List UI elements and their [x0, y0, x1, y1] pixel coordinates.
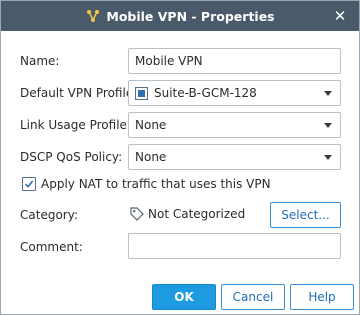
name-field[interactable]: Mobile VPN — [128, 48, 341, 74]
chevron-down-icon — [324, 123, 332, 128]
comment-field[interactable] — [128, 233, 341, 259]
chevron-down-icon — [324, 91, 332, 96]
close-icon[interactable]: ✕ — [331, 7, 349, 25]
vpn-profile-icon — [135, 86, 148, 100]
vpn-profile-label: Default VPN Profile: — [20, 86, 138, 100]
title-bar[interactable]: Mobile VPN - Properties ✕ — [1, 1, 359, 31]
category-label: Category: — [20, 208, 78, 222]
category-text: Not Categorized — [148, 207, 246, 221]
link-usage-select[interactable]: None — [128, 112, 341, 138]
vpn-profile-value: Suite-B-GCM-128 — [154, 86, 257, 100]
help-button-label: Help — [308, 290, 336, 304]
nat-checkbox-label: Apply NAT to traffic that uses this VPN — [41, 177, 271, 191]
help-button[interactable]: Help — [290, 284, 354, 310]
vpn-profile-select[interactable]: Suite-B-GCM-128 — [128, 80, 341, 106]
dscp-value: None — [135, 150, 167, 164]
name-label: Name: — [20, 54, 60, 68]
cancel-button-label: Cancel — [232, 290, 274, 304]
window-title: Mobile VPN - Properties — [106, 8, 275, 24]
tag-icon — [130, 207, 144, 221]
checkmark-icon — [24, 180, 34, 188]
ok-button[interactable]: OK — [152, 284, 216, 310]
select-button-label: Select... — [281, 208, 330, 222]
cancel-button[interactable]: Cancel — [221, 284, 285, 310]
chevron-down-icon — [324, 155, 332, 160]
select-category-button[interactable]: Select... — [270, 202, 341, 228]
nat-checkbox[interactable] — [22, 177, 36, 191]
name-value: Mobile VPN — [135, 54, 203, 68]
properties-dialog: Mobile VPN - Properties ✕ Name: Mobile V… — [0, 0, 360, 315]
nat-checkbox-row[interactable]: Apply NAT to traffic that uses this VPN — [22, 177, 271, 191]
link-usage-value: None — [135, 118, 167, 132]
category-value: Not Categorized — [130, 207, 245, 221]
comment-label: Comment: — [20, 240, 83, 254]
link-usage-label: Link Usage Profile: — [20, 118, 131, 132]
ok-button-label: OK — [174, 290, 194, 304]
dscp-label: DSCP QoS Policy: — [20, 150, 123, 164]
dscp-select[interactable]: None — [128, 144, 341, 170]
vpn-icon — [85, 8, 101, 24]
